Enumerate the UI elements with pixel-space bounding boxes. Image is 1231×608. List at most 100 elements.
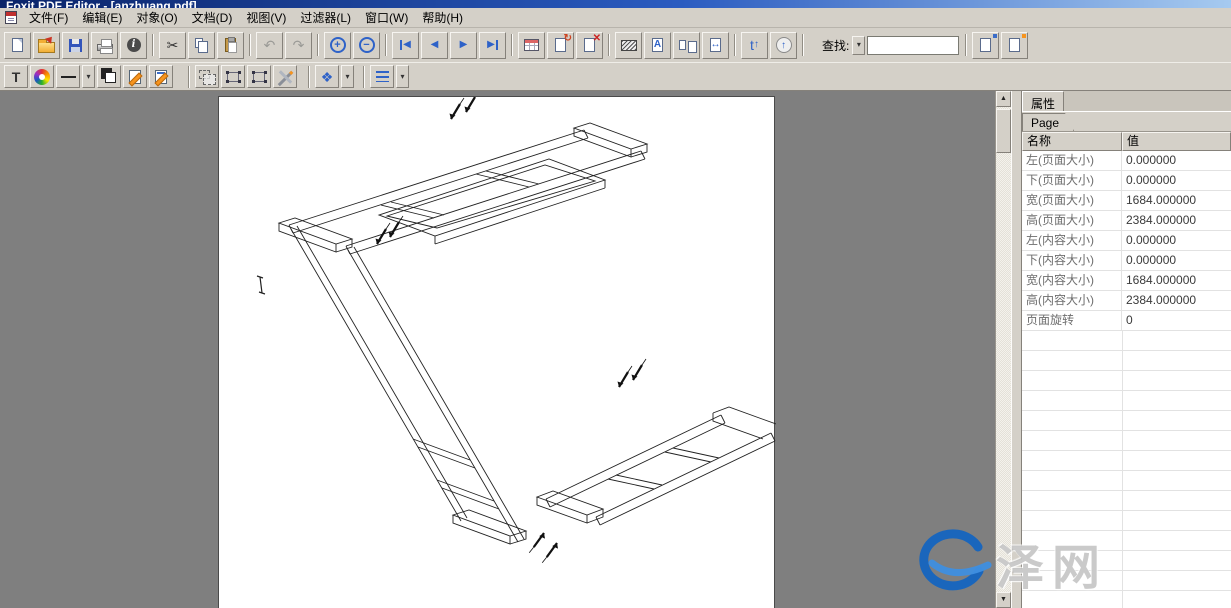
property-name: 页面旋转 <box>1022 311 1122 330</box>
align-dropdown[interactable]: ▾ <box>396 65 409 88</box>
property-row[interactable]: 宽(内容大小) 1684.000000 <box>1022 271 1231 291</box>
undo-icon: ↶ <box>264 38 276 52</box>
delete-page-button[interactable]: ✕ <box>576 32 603 59</box>
copy-icon <box>195 38 203 48</box>
node-edit-button[interactable]: ❖ <box>315 65 339 88</box>
property-row[interactable]: 下(页面大小) 0.000000 <box>1022 171 1231 191</box>
up-arrow-icon: ▲ <box>1000 95 1007 102</box>
document-canvas[interactable] <box>0 91 995 608</box>
rotate-page-button[interactable]: ↻ <box>547 32 574 59</box>
select-objects-button[interactable] <box>195 65 219 88</box>
hatch-pattern-button[interactable] <box>615 32 642 59</box>
properties-panel: 属性 Page 名称 值 左(页面大小) 0.000000 <box>1022 91 1231 608</box>
find-dropdown-button[interactable]: ▾ <box>852 36 865 55</box>
menu-item[interactable]: 帮助(H) <box>415 7 470 28</box>
orange-corner-icon <box>1022 34 1026 38</box>
first-page-button[interactable]: ◀ <box>392 32 419 59</box>
fit-width-button[interactable]: ↔ <box>702 32 729 59</box>
menu-item[interactable]: 文件(F) <box>22 7 75 28</box>
redo-button[interactable]: ↷ <box>285 32 312 59</box>
select-text-button[interactable]: A <box>644 32 671 59</box>
property-row[interactable]: 高(内容大小) 2384.000000 <box>1022 291 1231 311</box>
print-button[interactable] <box>91 32 118 59</box>
menu-item[interactable]: 过滤器(L) <box>293 7 358 28</box>
column-header-value[interactable]: 值 <box>1122 132 1231 151</box>
edit-content-button[interactable] <box>123 65 147 88</box>
property-value[interactable]: 1684.000000 <box>1122 191 1231 210</box>
fill-style-button[interactable] <box>97 65 121 88</box>
scrollbar-thumb[interactable] <box>996 109 1011 153</box>
text-direction-button[interactable]: t↑ <box>741 32 768 59</box>
menu-item[interactable]: 文档(D) <box>185 7 240 28</box>
property-value[interactable]: 0.000000 <box>1122 231 1231 250</box>
property-value[interactable]: 2384.000000 <box>1122 211 1231 230</box>
zoom-in-icon: + <box>330 37 346 53</box>
property-row[interactable]: 宽(页面大小) 1684.000000 <box>1022 191 1231 211</box>
chevron-down-icon: ▾ <box>345 73 349 81</box>
property-row[interactable]: 下(内容大小) 0.000000 <box>1022 251 1231 271</box>
line-icon <box>61 76 76 78</box>
copy-button[interactable] <box>188 32 215 59</box>
property-value[interactable]: 0.000000 <box>1122 171 1231 190</box>
line-style-dropdown[interactable]: ▾ <box>82 65 95 88</box>
tab-properties[interactable]: 属性 <box>1022 91 1064 111</box>
last-page-button[interactable]: ▶ <box>479 32 506 59</box>
open-button[interactable] <box>33 32 60 59</box>
line-style-button[interactable] <box>56 65 80 88</box>
scroll-up-button[interactable]: ▲ <box>996 91 1011 107</box>
save-button[interactable] <box>62 32 89 59</box>
property-name: 高(页面大小) <box>1022 211 1122 230</box>
facing-pages-button[interactable] <box>673 32 700 59</box>
tab-page[interactable]: Page <box>1022 113 1074 131</box>
paste-button[interactable] <box>217 32 244 59</box>
find-input[interactable] <box>867 36 959 55</box>
menu-item[interactable]: 窗口(W) <box>358 7 415 28</box>
zoom-out-button[interactable]: − <box>353 32 380 59</box>
property-value[interactable]: 2384.000000 <box>1122 291 1231 310</box>
transform-button[interactable] <box>221 65 245 88</box>
property-value[interactable]: 0.000000 <box>1122 251 1231 270</box>
cut-button[interactable]: ✂ <box>159 32 186 59</box>
pdf-page[interactable] <box>218 96 775 608</box>
color-wheel-button[interactable] <box>30 65 54 88</box>
letter-a-icon: A <box>654 40 661 50</box>
align-button[interactable] <box>370 65 394 88</box>
scale-button[interactable] <box>247 65 271 88</box>
text-tool-button[interactable]: T <box>4 65 28 88</box>
toolbar-separator <box>188 66 190 88</box>
property-row[interactable]: 高(页面大小) 2384.000000 <box>1022 211 1231 231</box>
document-summary-button[interactable] <box>972 32 999 59</box>
panel-splitter[interactable] <box>1011 91 1022 608</box>
column-header-name[interactable]: 名称 <box>1022 132 1122 151</box>
next-page-button[interactable]: ▶ <box>450 32 477 59</box>
property-name: 左(页面大小) <box>1022 151 1122 170</box>
property-row[interactable]: 页面旋转 0 <box>1022 311 1231 331</box>
page-form-button[interactable] <box>518 32 545 59</box>
previous-page-icon: ◀ <box>431 40 439 50</box>
zoom-out-icon: − <box>359 37 375 53</box>
menu-item[interactable]: 视图(V) <box>239 7 293 28</box>
menu-item[interactable]: 编辑(E) <box>75 7 129 28</box>
property-row[interactable]: 左(页面大小) 0.000000 <box>1022 151 1231 171</box>
document-info-button[interactable]: i <box>120 32 147 59</box>
page-tab-strip: Page <box>1022 112 1231 132</box>
scrollbar-track[interactable] <box>996 107 1011 592</box>
menu-item[interactable]: 对象(O) <box>129 7 184 28</box>
property-value[interactable]: 0 <box>1122 311 1231 330</box>
property-value[interactable]: 1684.000000 <box>1122 271 1231 290</box>
previous-page-button[interactable]: ◀ <box>421 32 448 59</box>
zoom-in-button[interactable]: + <box>324 32 351 59</box>
property-row[interactable]: 左(内容大小) 0.000000 <box>1022 231 1231 251</box>
page-icon <box>1009 38 1020 52</box>
go-up-level-button[interactable]: ↑ <box>770 32 797 59</box>
new-document-button[interactable] <box>4 32 31 59</box>
undo-button[interactable]: ↶ <box>256 32 283 59</box>
document-icon[interactable] <box>5 11 17 24</box>
edit-object-button[interactable] <box>149 65 173 88</box>
scroll-down-button[interactable]: ▼ <box>996 592 1011 608</box>
vertical-scrollbar[interactable]: ▲ ▼ <box>995 91 1011 608</box>
node-edit-dropdown[interactable]: ▾ <box>341 65 354 88</box>
property-value[interactable]: 0.000000 <box>1122 151 1231 170</box>
tools-button[interactable] <box>273 65 297 88</box>
document-properties-button[interactable] <box>1001 32 1028 59</box>
